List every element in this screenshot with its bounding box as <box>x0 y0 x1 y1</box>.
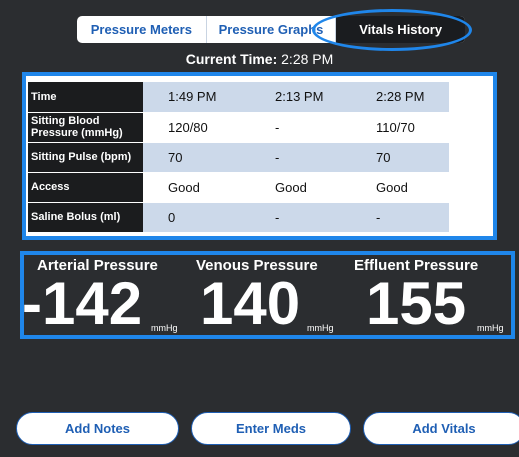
current-time-label: Current Time: <box>185 51 278 67</box>
row-header-access: Access <box>28 172 143 203</box>
tab-pressure-graphs[interactable]: Pressure Graphs <box>205 16 336 43</box>
effluent-pressure-unit: mmHg <box>477 323 504 333</box>
row-header-pulse: Sitting Pulse (bpm) <box>28 142 143 173</box>
table-cell: 1:49 PM <box>143 82 245 113</box>
row-header-blood-pressure: Sitting Blood Pressure (mmHg) <box>28 112 143 143</box>
table-cell: - <box>245 202 346 233</box>
table-cell: - <box>346 202 449 233</box>
row-header-time: Time <box>28 82 143 113</box>
effluent-pressure-value: 155 <box>366 270 467 337</box>
table-cell: 120/80 <box>143 112 245 143</box>
table-row-pulse: Sitting Pulse (bpm) 70 - 70 <box>28 142 449 173</box>
table-cell: Good <box>143 172 245 203</box>
table-cell: 70 <box>346 142 449 173</box>
table-cell: 2:28 PM <box>346 82 449 113</box>
add-vitals-button[interactable]: Add Vitals <box>363 412 519 445</box>
current-time-value: 2:28 PM <box>281 51 334 67</box>
table-cell: Good <box>245 172 346 203</box>
table-cell: - <box>245 142 346 173</box>
venous-pressure-unit: mmHg <box>307 323 334 333</box>
table-row-saline-bolus: Saline Bolus (ml) 0 - - <box>28 202 449 233</box>
tab-vitals-history[interactable]: Vitals History <box>335 16 465 43</box>
add-notes-button[interactable]: Add Notes <box>16 412 179 445</box>
table-row-blood-pressure: Sitting Blood Pressure (mmHg) 120/80 - 1… <box>28 112 449 143</box>
row-header-saline-bolus: Saline Bolus (ml) <box>28 202 143 233</box>
arterial-pressure-unit: mmHg <box>151 323 178 333</box>
view-tab-bar: Pressure Meters Pressure Graphs Vitals H… <box>77 16 465 43</box>
table-cell: Good <box>346 172 449 203</box>
venous-pressure-value: 140 <box>200 270 301 337</box>
enter-meds-button[interactable]: Enter Meds <box>191 412 351 445</box>
table-cell: - <box>245 112 346 143</box>
tab-pressure-meters[interactable]: Pressure Meters <box>77 16 206 43</box>
pressure-readouts-panel: Arterial Pressure -142 mmHg Venous Press… <box>20 251 515 339</box>
vitals-history-panel: Time 1:49 PM 2:13 PM 2:28 PM Sitting Blo… <box>22 72 497 240</box>
table-cell: 110/70 <box>346 112 449 143</box>
table-empty-column <box>449 82 491 232</box>
table-cell: 2:13 PM <box>245 82 346 113</box>
arterial-pressure-value: -142 <box>22 270 143 337</box>
table-cell: 70 <box>143 142 245 173</box>
current-time: Current Time: 2:28 PM <box>0 51 519 67</box>
table-cell: 0 <box>143 202 245 233</box>
table-row-access: Access Good Good Good <box>28 172 449 203</box>
vitals-table: Time 1:49 PM 2:13 PM 2:28 PM Sitting Blo… <box>28 82 449 233</box>
table-row-time: Time 1:49 PM 2:13 PM 2:28 PM <box>28 82 449 113</box>
